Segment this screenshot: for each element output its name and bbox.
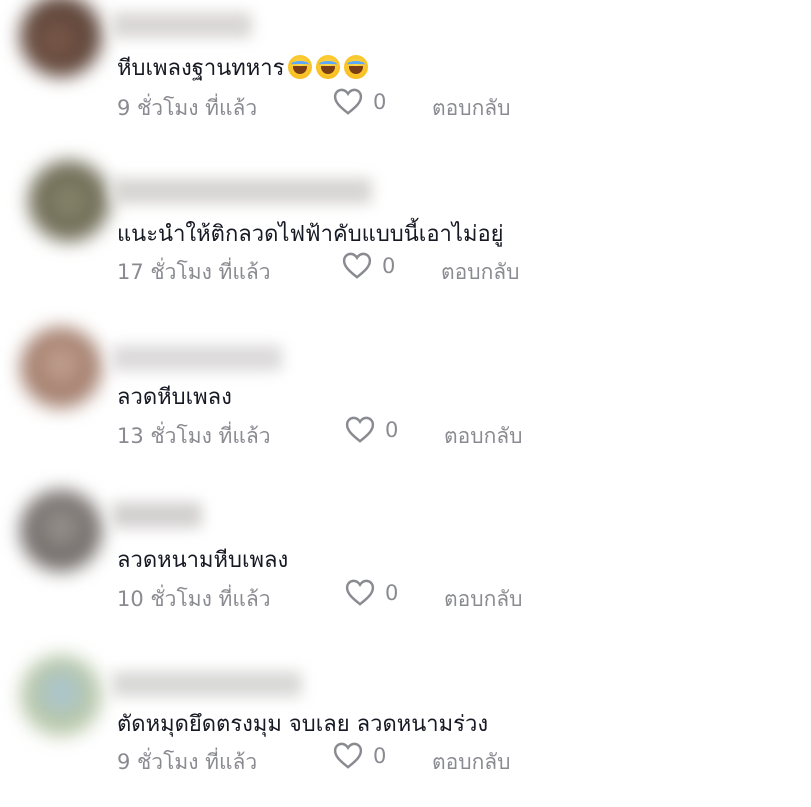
like-count: 0 <box>385 580 399 605</box>
comment-item: ตัดหมุดยึดตรงมุม จบเลย ลวดหนามร่วง 9 ชั่… <box>0 643 811 793</box>
face-with-tears-of-joy-icon <box>344 55 369 79</box>
comment-text: ลวดหนามหีบเพลง <box>117 548 289 573</box>
avatar[interactable] <box>20 490 102 572</box>
avatar[interactable] <box>20 327 102 409</box>
like-count: 0 <box>382 253 396 278</box>
comment-text: แนะนำให้ติกลวดไฟฟ้าคับแบบนี้เอาไม่อยู่ <box>117 222 504 247</box>
like-button[interactable]: 0 <box>345 416 398 443</box>
comment-item: แนะนำให้ติกลวดไฟฟ้าคับแบบนี้เอาไม่อยู่ 1… <box>0 150 811 300</box>
comment-text: ลวดหีบเพลง <box>117 385 232 410</box>
like-button[interactable]: 0 <box>333 88 386 115</box>
comment-timestamp: 9 ชั่วโมง ที่แล้ว <box>117 96 258 120</box>
like-button[interactable]: 0 <box>342 252 395 279</box>
like-count: 0 <box>373 89 387 114</box>
like-count: 0 <box>373 743 387 768</box>
comment-item: ลวดหีบเพลง 13 ชั่วโมง ที่แล้ว 0 ตอบกลับ <box>0 315 811 465</box>
username-blurred[interactable] <box>112 12 252 38</box>
like-button[interactable]: 0 <box>333 742 386 769</box>
reply-button[interactable]: ตอบกลับ <box>432 92 511 125</box>
comment-item: ลวดหนามหีบเพลง 10 ชั่วโมง ที่แล้ว 0 ตอบก… <box>0 478 811 628</box>
avatar[interactable] <box>28 160 110 242</box>
heart-icon <box>345 579 375 606</box>
avatar[interactable] <box>20 655 102 737</box>
avatar[interactable] <box>20 0 102 77</box>
comment-timestamp: 9 ชั่วโมง ที่แล้ว <box>117 750 258 774</box>
heart-icon <box>333 742 363 769</box>
heart-icon <box>342 252 372 279</box>
heart-icon <box>345 416 375 443</box>
like-count: 0 <box>385 417 399 442</box>
comment-text-content: หีบเพลงฐานทหาร <box>117 56 285 81</box>
username-blurred[interactable] <box>112 671 302 697</box>
reply-button[interactable]: ตอบกลับ <box>432 746 511 779</box>
comment-timestamp: 17 ชั่วโมง ที่แล้ว <box>117 260 271 284</box>
heart-icon <box>333 88 363 115</box>
comment-text: หีบเพลงฐานทหาร <box>117 50 369 85</box>
comment-text: ตัดหมุดยึดตรงมุม จบเลย ลวดหนามร่วง <box>117 712 489 737</box>
reply-button[interactable]: ตอบกลับ <box>444 420 523 453</box>
username-blurred[interactable] <box>112 178 372 204</box>
face-with-tears-of-joy-icon <box>316 55 341 79</box>
comment-item: หีบเพลงฐานทหาร 9 ชั่วโมง ที่แล้ว 0 ตอบกล… <box>0 0 811 150</box>
like-button[interactable]: 0 <box>345 579 398 606</box>
face-with-tears-of-joy-icon <box>288 55 313 79</box>
reply-button[interactable]: ตอบกลับ <box>444 583 523 616</box>
reply-button[interactable]: ตอบกลับ <box>441 256 520 289</box>
comment-timestamp: 13 ชั่วโมง ที่แล้ว <box>117 424 271 448</box>
username-blurred[interactable] <box>112 502 202 528</box>
comment-timestamp: 10 ชั่วโมง ที่แล้ว <box>117 587 271 611</box>
username-blurred[interactable] <box>112 345 282 371</box>
